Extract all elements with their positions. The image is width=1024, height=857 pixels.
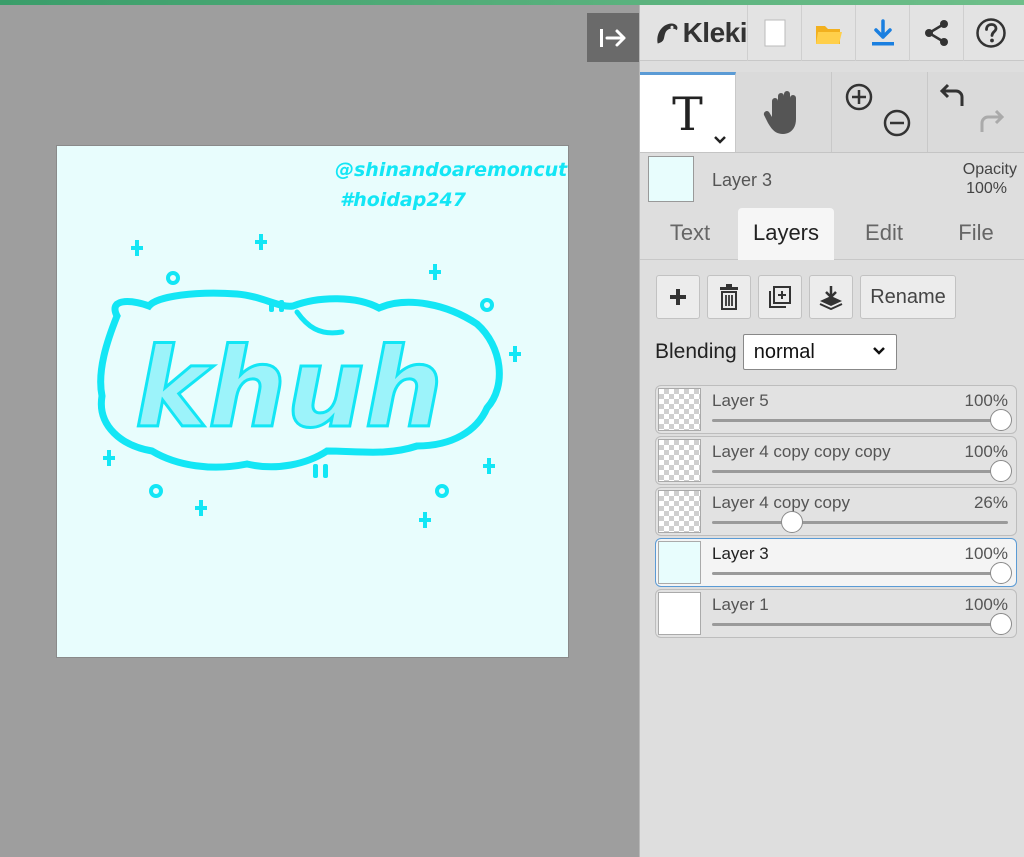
blending-label: Blending: [655, 340, 737, 363]
current-layer-name: Layer 3: [712, 170, 773, 190]
tab-edit[interactable]: Edit: [842, 208, 926, 260]
layer-opacity-knob[interactable]: [990, 409, 1012, 431]
duplicate-layer-button[interactable]: [758, 275, 802, 319]
layer-list: Layer 5 100% Layer 4 copy copy copy 100%…: [655, 385, 1017, 640]
side-panel: Kleki T Layer 3 Opacity 100% Text Layers…: [639, 4, 1024, 857]
download-button[interactable]: [856, 4, 910, 61]
layer-row[interactable]: Layer 4 copy copy copy 100%: [655, 436, 1017, 485]
layer-thumbnail: [658, 388, 701, 431]
current-layer-thumbnail: [648, 156, 694, 202]
kleki-logo[interactable]: Kleki: [640, 4, 748, 61]
new-image-button[interactable]: [748, 4, 802, 61]
chevron-down-icon: [872, 347, 885, 355]
zoom-in-icon[interactable]: [844, 82, 874, 112]
trash-icon: [720, 284, 738, 310]
layer-opacity-slider[interactable]: [712, 623, 1008, 626]
layer-opacity: 100%: [964, 544, 1008, 563]
layer-opacity-slider[interactable]: [712, 572, 1008, 575]
collapse-arrow-icon: [600, 28, 626, 47]
layer-thumbnail: [658, 490, 701, 533]
blending-mode-select[interactable]: normal: [742, 334, 897, 370]
chevron-down-icon[interactable]: [713, 135, 727, 145]
layer-name: Layer 4 copy copy copy: [712, 442, 891, 461]
undo-redo-group: [928, 72, 1024, 152]
help-icon: [976, 17, 1006, 48]
app-header: Kleki: [640, 4, 1024, 61]
download-icon: [871, 18, 894, 45]
plus-icon: [670, 289, 686, 305]
new-image-icon: [764, 19, 785, 46]
layer-thumbnail: [658, 592, 701, 635]
watermark-handle: @shinandoaremoncute: [335, 159, 568, 181]
rename-layer-button[interactable]: Rename: [860, 275, 956, 319]
kleki-bird-icon: [657, 22, 678, 43]
layer-opacity-slider[interactable]: [712, 521, 1008, 524]
hand-tool-button[interactable]: [736, 72, 832, 152]
layer-row[interactable]: Layer 4 copy copy 26%: [655, 487, 1017, 536]
redo-icon[interactable]: [976, 108, 1006, 138]
hand-icon: [763, 91, 796, 134]
text-tool-button[interactable]: T: [640, 72, 736, 152]
layer-row[interactable]: Layer 1 100%: [655, 589, 1017, 638]
layer-name: Layer 3: [712, 544, 769, 563]
artwork-word: khuh: [135, 324, 443, 452]
layer-name: Layer 4 copy copy: [712, 493, 850, 512]
merge-down-button[interactable]: [809, 275, 853, 319]
opacity-value: 100%: [966, 180, 1007, 197]
canvas-workspace[interactable]: @shinandoaremoncute #hoidap247 khuh: [0, 5, 639, 857]
open-image-button[interactable]: [802, 4, 856, 61]
layer-opacity-knob[interactable]: [990, 613, 1012, 635]
add-layer-button[interactable]: [656, 275, 700, 319]
current-layer-info: Layer 3 Opacity 100%: [640, 153, 1024, 207]
app-name: Kleki: [682, 16, 748, 48]
layer-opacity-slider[interactable]: [712, 419, 1008, 422]
text-tool-icon: T: [672, 86, 703, 141]
tab-text[interactable]: Text: [650, 208, 730, 260]
opacity-label: Opacity: [962, 161, 1017, 178]
layer-opacity: 26%: [973, 493, 1008, 512]
drawing-canvas[interactable]: @shinandoaremoncute #hoidap247 khuh: [57, 146, 568, 657]
layer-opacity: 100%: [964, 391, 1008, 410]
layer-opacity-knob[interactable]: [990, 460, 1012, 482]
layer-toolbar: Rename: [656, 275, 956, 319]
share-button[interactable]: [910, 4, 964, 61]
layer-opacity-slider[interactable]: [712, 470, 1008, 473]
layer-thumbnail: [658, 541, 701, 584]
layer-opacity: 100%: [964, 595, 1008, 614]
duplicate-icon: [769, 286, 791, 308]
tab-layers[interactable]: Layers: [738, 208, 834, 260]
help-button[interactable]: [964, 5, 1018, 61]
layer-opacity-knob[interactable]: [990, 562, 1012, 584]
layer-name: Layer 5: [712, 391, 769, 410]
layer-row-selected[interactable]: Layer 3 100%: [655, 538, 1017, 587]
layer-name: Layer 1: [712, 595, 769, 614]
panel-tabs: Text Layers Edit File: [640, 208, 1024, 260]
watermark-hashtag: #hoidap247: [340, 189, 467, 211]
zoom-tool-button[interactable]: [832, 72, 928, 152]
layer-row[interactable]: Layer 5 100%: [655, 385, 1017, 434]
tab-file[interactable]: File: [934, 208, 1018, 260]
delete-layer-button[interactable]: [707, 275, 751, 319]
collapse-panel-button[interactable]: [587, 13, 639, 62]
merge-down-icon: [819, 286, 843, 310]
share-icon: [924, 19, 948, 46]
zoom-out-icon[interactable]: [882, 108, 912, 138]
blending-row: Blending normal: [655, 333, 897, 371]
layer-opacity: 100%: [964, 442, 1008, 461]
blending-mode-value: normal: [753, 340, 815, 363]
tool-bar: T: [640, 72, 1024, 153]
layer-opacity-knob[interactable]: [781, 511, 804, 533]
open-folder-icon: [815, 25, 842, 44]
undo-icon[interactable]: [938, 82, 968, 112]
layer-thumbnail: [658, 439, 701, 482]
